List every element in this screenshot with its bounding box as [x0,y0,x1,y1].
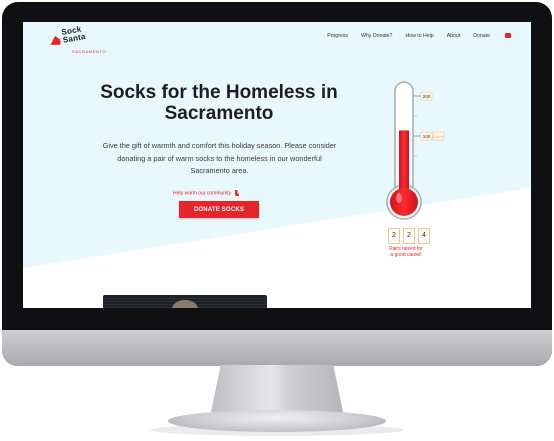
website-screen: Sock Santa SACRAMENTO Progress Why Donat… [23,22,531,308]
sock-icon [235,190,240,196]
logo-subtitle: SACRAMENTO [72,49,107,54]
pairs-counter: 2 2 4 [388,228,430,244]
monitor-chin [2,330,552,366]
nav-progress[interactable]: Progress [327,33,348,39]
nav-about[interactable]: About [447,33,461,39]
santa-hat-icon [49,36,63,48]
counter-digit: 2 [388,228,400,244]
logo-wordmark: Sock Santa [61,25,86,45]
help-link[interactable]: Help warm our community [173,190,240,197]
caption-line-2: a good cause! [390,252,422,258]
main-nav: Progress Why Donate? How to Help About D… [327,33,511,39]
donation-thermometer: 200 100 Good! [386,81,445,220]
site-logo[interactable]: Sock Santa SACRAMENTO [47,25,127,55]
counter-digit: 4 [418,228,430,244]
thermometer-max-label: 200 [423,94,431,99]
thermometer-mid-note: Good! [433,134,444,139]
thermometer-mid-label: 100 [423,134,431,139]
monitor-base [168,410,386,432]
counter-digit: 2 [403,228,415,244]
pairs-raised-caption: Pairs raised for a good cause! [380,246,432,258]
nav-how-to-help[interactable]: How to Help [405,33,433,39]
help-link-label: Help warm our community [173,190,232,197]
nav-donate[interactable]: Donate [473,33,490,39]
hero-description: Give the gift of warmth and comfort this… [102,141,337,175]
hero-title: Socks for the Homeless in Sacramento [100,82,338,124]
nav-why-donate[interactable]: Why Donate? [361,33,392,39]
logo-line-2: Santa [62,31,87,45]
video-thumbnail[interactable] [103,295,267,308]
envelope-icon[interactable] [505,33,511,38]
donate-socks-button[interactable]: DONATE SOCKS [179,201,259,218]
